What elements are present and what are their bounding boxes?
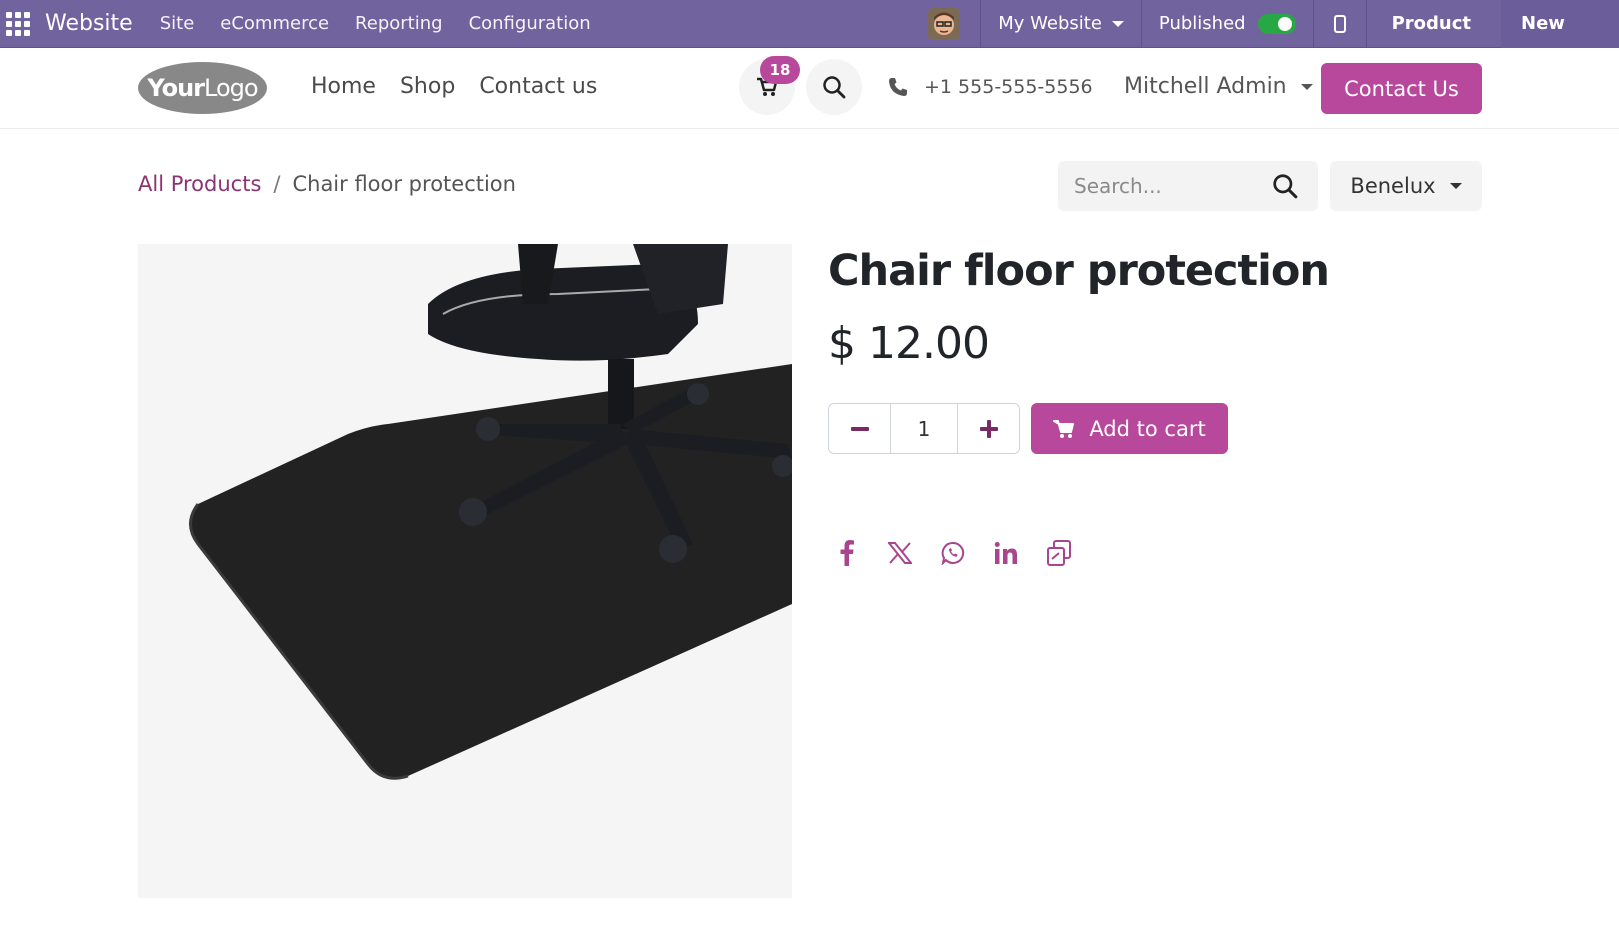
site-logo[interactable]: Your Logo bbox=[138, 62, 267, 114]
publish-toggle-group: Published bbox=[1142, 0, 1313, 48]
breadcrumb-all-products[interactable]: All Products bbox=[138, 172, 261, 196]
product-model-button[interactable]: Product bbox=[1367, 0, 1501, 48]
decrease-quantity-button[interactable] bbox=[829, 404, 890, 453]
search-input[interactable] bbox=[1058, 174, 1258, 198]
admin-navbar: Website Site eCommerce Reporting Configu… bbox=[0, 0, 1619, 48]
apps-menu-icon[interactable] bbox=[6, 11, 30, 36]
admin-menu-configuration[interactable]: Configuration bbox=[469, 13, 591, 34]
new-button[interactable]: New bbox=[1501, 0, 1619, 48]
chevron-down-icon bbox=[1449, 183, 1462, 189]
add-to-cart-label: Add to cart bbox=[1089, 416, 1206, 441]
published-toggle[interactable] bbox=[1257, 13, 1296, 34]
product-search-box bbox=[1058, 161, 1318, 211]
phone-link[interactable]: +1 555-555-5556 bbox=[888, 76, 1093, 98]
copy-link-icon[interactable] bbox=[1044, 538, 1074, 568]
cart-count-badge: 18 bbox=[760, 56, 800, 84]
breadcrumb-separator: / bbox=[273, 172, 281, 196]
user-avatar[interactable] bbox=[928, 7, 961, 40]
product-name: Chair floor protection bbox=[828, 246, 1330, 296]
nav-shop[interactable]: Shop bbox=[400, 74, 455, 99]
logo-text-bold: Your bbox=[147, 74, 205, 102]
user-name: Mitchell Admin bbox=[1124, 74, 1287, 99]
quantity-input[interactable] bbox=[890, 404, 958, 453]
breadcrumb-current: Chair floor protection bbox=[292, 172, 516, 196]
quantity-stepper bbox=[828, 403, 1020, 454]
social-share bbox=[832, 538, 1097, 568]
phone-icon bbox=[889, 78, 907, 96]
search-icon[interactable] bbox=[1272, 173, 1298, 199]
facebook-icon[interactable] bbox=[832, 538, 862, 568]
nav-home[interactable]: Home bbox=[311, 74, 376, 99]
add-to-cart-button[interactable]: Add to cart bbox=[1031, 403, 1228, 454]
published-label: Published bbox=[1158, 13, 1246, 34]
breadcrumb: All Products / Chair floor protection bbox=[138, 172, 516, 196]
site-header: Your Logo Home Shop Contact us 18 +1 555-… bbox=[0, 48, 1619, 129]
contact-us-button[interactable]: Contact Us bbox=[1321, 63, 1482, 114]
admin-app-name[interactable]: Website bbox=[45, 11, 133, 36]
admin-menu-reporting[interactable]: Reporting bbox=[355, 13, 443, 34]
admin-menu-site[interactable]: Site bbox=[160, 13, 195, 34]
nav-contact-us[interactable]: Contact us bbox=[479, 74, 597, 99]
plus-icon bbox=[979, 419, 998, 438]
chevron-down-icon bbox=[1300, 83, 1313, 90]
whatsapp-icon[interactable] bbox=[938, 538, 968, 568]
cart-icon bbox=[1053, 419, 1075, 438]
user-menu-dropdown[interactable]: Mitchell Admin bbox=[1124, 74, 1313, 99]
chair-mat-illustration bbox=[138, 244, 792, 898]
pricelist-label: Benelux bbox=[1350, 174, 1436, 198]
website-selector-dropdown[interactable]: My Website bbox=[981, 0, 1141, 48]
product-price: $ 12.00 bbox=[828, 318, 990, 369]
admin-menu-ecommerce[interactable]: eCommerce bbox=[220, 13, 329, 34]
minus-icon bbox=[850, 426, 869, 431]
increase-quantity-button[interactable] bbox=[958, 404, 1019, 453]
website-selector-label: My Website bbox=[998, 13, 1102, 34]
product-image[interactable] bbox=[138, 244, 792, 898]
main-nav: Home Shop Contact us bbox=[311, 74, 621, 99]
logo-text-light: Logo bbox=[204, 74, 259, 102]
pricelist-dropdown[interactable]: Benelux bbox=[1330, 161, 1482, 211]
phone-number: +1 555-555-5556 bbox=[924, 76, 1093, 98]
x-icon[interactable] bbox=[885, 538, 915, 568]
linkedin-icon[interactable] bbox=[991, 538, 1021, 568]
search-icon bbox=[823, 76, 846, 99]
mobile-preview-icon[interactable] bbox=[1333, 14, 1346, 33]
search-toggle-button[interactable] bbox=[806, 59, 862, 115]
chevron-down-icon bbox=[1111, 20, 1124, 27]
